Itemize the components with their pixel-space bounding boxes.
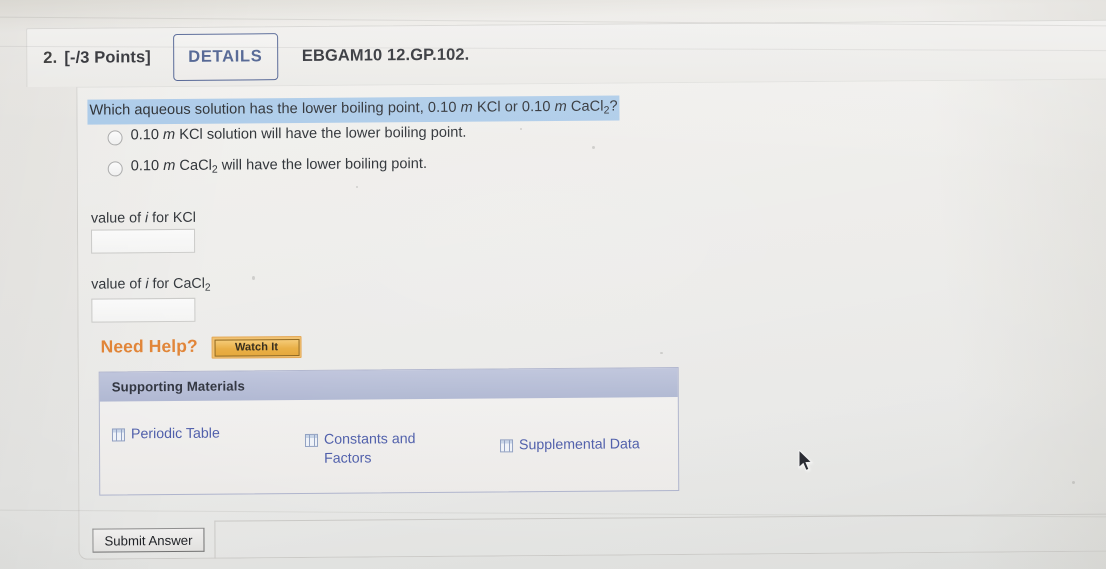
option-1-label: 0.10 m KCl solution will have the lower … <box>131 125 467 144</box>
link-periodic-table[interactable]: Periodic Table <box>111 425 220 445</box>
option-1-part-2: KCl solution will have the lower boiling… <box>175 124 467 143</box>
prompt-molality-1: m <box>460 99 473 116</box>
option-2-part-2: CaCl <box>175 157 212 174</box>
input-i-cacl2[interactable] <box>91 297 196 323</box>
field-label-cacl2: value of i for CaCl2 <box>91 276 210 295</box>
radio-option-2[interactable] <box>107 161 123 177</box>
table-icon <box>111 428 126 442</box>
supporting-materials-panel: Supporting Materials Periodic Table Cons… <box>98 367 680 496</box>
dust-speck <box>252 276 255 280</box>
option-2-part-1: 0.10 <box>130 158 164 175</box>
link-supplemental-data[interactable]: Supplemental Data <box>499 435 640 455</box>
details-button[interactable]: DETAILS <box>172 32 278 81</box>
option-row-1[interactable]: 0.10 m KCl solution will have the lower … <box>107 125 467 146</box>
field-label-cacl2-subscript: 2 <box>204 282 211 294</box>
supporting-materials-body: Periodic Table Constants and Factors Sup… <box>100 397 678 495</box>
link-constants-and-factors[interactable]: Constants and Factors <box>304 430 464 469</box>
option-1-molality: m <box>162 126 176 144</box>
question-points: [-/3 Points] <box>64 47 151 67</box>
table-icon <box>499 439 514 453</box>
field-label-kcl: value of i for KCl <box>91 210 196 227</box>
option-2-label: 0.10 m CaCl2 will have the lower boiling… <box>131 156 427 176</box>
radio-option-1[interactable] <box>107 130 123 146</box>
prompt-part-4: ? <box>609 98 618 115</box>
question-number: 2. <box>43 48 58 67</box>
prompt-part-2: KCl or 0.10 <box>472 98 555 116</box>
submit-answer-button[interactable]: Submit Answer <box>92 527 205 553</box>
dust-speck <box>1072 481 1075 484</box>
dust-speck <box>660 352 663 354</box>
question-header: 2. [-/3 Points] DETAILS EBGAM10 12.GP.10… <box>26 19 1106 88</box>
link-constants-and-factors-label: Constants and Factors <box>323 431 416 467</box>
question-body-step-edge <box>214 520 216 559</box>
field-label-kcl-part-1: value of <box>90 210 146 227</box>
watch-it-label: Watch It <box>214 338 300 357</box>
mouse-cursor <box>798 450 813 472</box>
supporting-materials-title: Supporting Materials <box>99 368 678 402</box>
link-periodic-table-label: Periodic Table <box>130 425 220 443</box>
field-label-kcl-part-2: for KCl <box>148 209 196 227</box>
assignment-page: 2. [-/3 Points] DETAILS EBGAM10 12.GP.10… <box>0 0 1106 569</box>
link-supplemental-data-label: Supplemental Data <box>518 436 640 454</box>
prompt-molality-2: m <box>554 98 567 115</box>
option-2-molality: m <box>163 157 176 175</box>
table-icon <box>304 433 319 447</box>
question-prompt: Which aqueous solution has the lower boi… <box>87 95 620 125</box>
screen-photo: 2. [-/3 Points] DETAILS EBGAM10 12.GP.10… <box>0 0 1106 569</box>
prompt-part-3: CaCl <box>566 98 604 115</box>
need-help-label: Need Help? <box>100 335 198 357</box>
input-i-kcl[interactable] <box>91 228 196 254</box>
option-row-2[interactable]: 0.10 m CaCl2 will have the lower boiling… <box>107 156 427 177</box>
dust-speck <box>520 128 522 130</box>
option-2-part-3: will have the lower boiling point. <box>217 155 428 174</box>
field-label-cacl2-part-2: for CaCl <box>148 275 205 293</box>
watch-it-button[interactable]: Watch It <box>211 335 302 359</box>
field-label-cacl2-part-1: value of <box>91 276 146 293</box>
prompt-part-1: Which aqueous solution has the lower boi… <box>89 99 461 119</box>
dust-speck <box>592 146 595 149</box>
dust-speck <box>356 186 358 188</box>
option-1-part-1: 0.10 <box>130 127 164 144</box>
